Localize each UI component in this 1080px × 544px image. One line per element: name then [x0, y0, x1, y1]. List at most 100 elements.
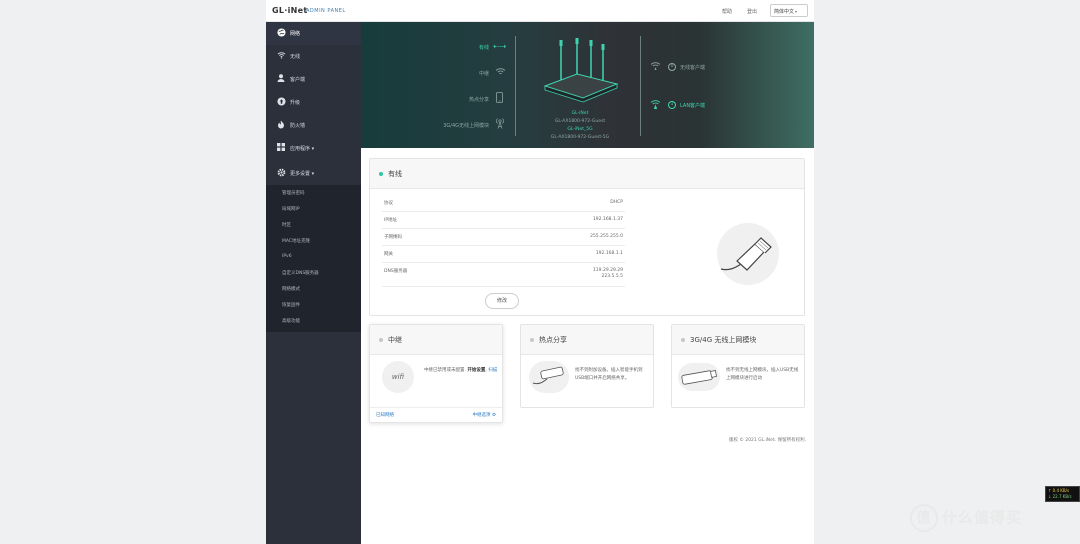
guest-ssid-24g: GL-AX1800-972-Guest	[554, 119, 606, 124]
edit-button[interactable]: 修改	[485, 293, 519, 309]
language-value: 简体中文	[774, 9, 795, 15]
globe-icon	[276, 28, 286, 38]
status-dot	[530, 338, 534, 342]
card-header: 中继	[370, 325, 502, 355]
network-topology-banner: 有线 ⇠⇢ 中继 热点分享 3G/4G无线上网模块 GL-iNet GL-AX1…	[361, 22, 814, 148]
row-key: 子网掩码	[384, 235, 402, 240]
gear-icon	[276, 168, 286, 178]
usb-modem-illustration	[678, 363, 720, 391]
row-value: 192.168.1.1	[595, 251, 623, 256]
submenu-item-advanced[interactable]: 高级功能	[282, 318, 300, 324]
table-row: 子网掩码 255.255.255.0	[382, 229, 625, 246]
ssid-24g: GL-iNet	[571, 111, 589, 116]
start-setup-link[interactable]: 开始设置	[467, 368, 485, 373]
hero-repeater-label[interactable]: 中继	[479, 70, 489, 77]
watermark-text: 什么值得买	[942, 508, 1023, 527]
row-value: 119.29.29.29 223.5.5.5	[592, 268, 623, 279]
repeater-options-link[interactable]: 中继选项 ⚙	[473, 412, 496, 418]
table-row: 协议 DHCP	[382, 195, 625, 212]
submenu-item-revert-firmware[interactable]: 恢复固件	[282, 302, 300, 308]
wireless-clients-label[interactable]: 无线客户端	[680, 64, 705, 71]
repeater-status-text: 中继已禁用或未配置.	[424, 368, 466, 373]
submenu-item-admin-password[interactable]: 管理员密码	[282, 190, 305, 196]
sidebar-item-label: 防火墙	[290, 123, 306, 129]
hero-wired-label[interactable]: 有线	[479, 44, 489, 51]
row-value: 255.255.255.0	[590, 234, 623, 239]
status-dot	[379, 172, 383, 176]
guest-ssid-5g: GL-AX1800-972-Guest-5G	[550, 135, 610, 140]
divider-right	[640, 36, 641, 136]
firewall-icon	[276, 120, 286, 130]
submenu-item-lan-ip[interactable]: 局域网IP	[282, 206, 300, 212]
sidebar: 网络 无线 客户端 升级 防火墙 应用程序 ▾ 更多设置 ▾ 管理员密码 局域网	[266, 22, 361, 544]
usb-cable-illustration	[529, 361, 569, 393]
modem-card: 3G/4G 无线上网模块 找不到无线上网模块，插入USB无线上网模块进行启动	[671, 324, 805, 408]
card-title: 热点分享	[539, 336, 567, 344]
row-value: 192.168.1.37	[592, 217, 623, 222]
repeater-message: 中继已禁用或未配置. 开始设置, 扫描	[424, 368, 498, 373]
hero-tethering-label[interactable]: 热点分享	[469, 96, 489, 103]
sidebar-item-firewall[interactable]: 防火墙	[266, 114, 361, 137]
submenu-item-network-mode[interactable]: 网络模式	[282, 286, 300, 292]
sidebar-item-label: 更多设置 ▾	[290, 171, 315, 177]
chevron-down-icon: ▾	[795, 9, 798, 14]
repeater-card: 中继 wifi 中继已禁用或未配置. 开始设置, 扫描 已知网络 中继选项 ⚙	[369, 324, 503, 423]
submenu-item-timezone[interactable]: 时区	[282, 222, 291, 228]
logo: GL·iNet	[272, 6, 308, 15]
sidebar-item-applications[interactable]: 应用程序 ▾	[266, 137, 361, 160]
card-header: 有线	[370, 159, 804, 189]
wifi-icon	[276, 51, 286, 61]
language-select[interactable]: 简体中文▾	[770, 4, 808, 17]
ssid-5g: GL-iNet_5G	[567, 127, 593, 132]
sidebar-item-upgrade[interactable]: 升级	[266, 91, 361, 114]
gear-icon: ⚙	[491, 413, 496, 418]
modem-message: 找不到无线上网模块，插入USB无线上网模块进行启动	[726, 368, 799, 381]
download-speed: ↓ 22.7 KB/s	[1048, 494, 1072, 499]
sidebar-item-clients[interactable]: 客户端	[266, 68, 361, 91]
submenu-item-ipv6[interactable]: IPv6	[282, 254, 292, 259]
wifi-illustration: wifi	[382, 361, 414, 393]
sidebar-item-more-settings[interactable]: 更多设置 ▾	[266, 162, 361, 185]
divider-left	[515, 36, 516, 136]
hero-modem-label[interactable]: 3G/4G无线上网模块	[443, 122, 489, 129]
admin-panel: GL·iNet ADMIN PANEL 帮助 登出 简体中文▾ 网络 无线 客户…	[266, 0, 814, 544]
row-value: DHCP	[610, 200, 623, 205]
sidebar-item-label: 应用程序 ▾	[290, 146, 315, 152]
lan-clients-label[interactable]: LAN客户端	[680, 102, 705, 109]
card-title: 中继	[388, 336, 402, 344]
sidebar-item-label: 升级	[290, 100, 301, 106]
scan-link[interactable]: 扫描	[488, 368, 497, 373]
tethering-message: 找不到附加设备。插入智能手机到USB端口并开启网络共享。	[575, 368, 643, 381]
router-image	[537, 36, 623, 106]
wireless-clients-count: 0	[668, 63, 676, 71]
submenu-item-mac-clone[interactable]: MAC地址克隆	[282, 238, 310, 244]
row-key: 协议	[384, 201, 393, 206]
card-title: 3G/4G 无线上网模块	[690, 336, 757, 344]
sidebar-item-wireless[interactable]: 无线	[266, 45, 361, 68]
logout-link[interactable]: 登出	[747, 8, 757, 15]
row-key: 网关	[384, 252, 393, 257]
apps-icon	[276, 143, 286, 153]
ethernet-icon: ⇠⇢	[493, 42, 507, 51]
card-header: 3G/4G 无线上网模块	[672, 325, 804, 355]
ethernet-cable-illustration	[715, 221, 781, 289]
watermark-logo-icon: 值	[910, 504, 938, 532]
top-bar: GL·iNet ADMIN PANEL 帮助 登出 简体中文▾	[266, 0, 814, 22]
antenna-icon	[495, 117, 505, 132]
submenu-item-custom-dns[interactable]: 自定义DNS服务器	[282, 270, 319, 276]
table-row: DNS服务器 119.29.29.29 223.5.5.5	[382, 263, 625, 287]
watermark: 值什么值得买	[910, 504, 1022, 532]
card-title: 有线	[388, 170, 402, 178]
wireless-clients-icon	[650, 61, 661, 73]
lan-clients-icon	[650, 99, 661, 112]
card-header: 热点分享	[521, 325, 653, 355]
sidebar-item-network[interactable]: 网络	[266, 22, 361, 45]
network-speed-widget: ↑ 0.4 KB/s ↓ 22.7 KB/s	[1045, 486, 1080, 502]
status-dot	[379, 338, 383, 342]
known-networks-link[interactable]: 已知网络	[376, 412, 394, 418]
user-icon	[276, 74, 286, 84]
footer-copyright: 版权 © 2021 GL.iNet. 保留所有权利.	[728, 438, 806, 443]
wifi-illustration-text: wifi	[391, 373, 405, 381]
help-link[interactable]: 帮助	[722, 8, 732, 15]
upgrade-icon	[276, 97, 286, 107]
